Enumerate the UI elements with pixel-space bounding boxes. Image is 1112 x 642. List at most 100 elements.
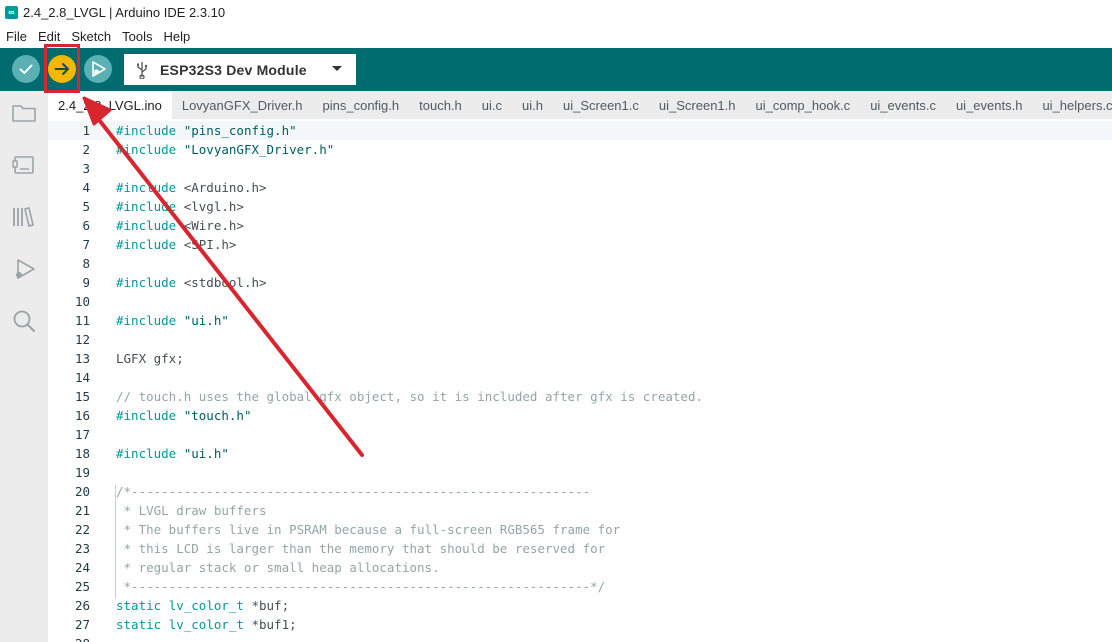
code-text: * The buffers live in PSRAM because a fu… — [116, 522, 621, 537]
tab-2[interactable]: pins_config.h — [313, 91, 410, 119]
code-line[interactable]: 23 * this LCD is larger than the memory … — [48, 539, 1112, 558]
code-line[interactable]: 3 — [48, 159, 1112, 178]
upload-highlight-box — [44, 44, 80, 93]
tab-11[interactable]: ui_helpers.c — [1032, 91, 1112, 119]
code-line[interactable]: 6 #include <Wire.h> — [48, 216, 1112, 235]
usb-icon — [137, 61, 148, 79]
tab-7[interactable]: ui_Screen1.h — [649, 91, 746, 119]
code-token: <SPI.h> — [183, 237, 237, 252]
code-line[interactable]: 5 #include <lvgl.h> — [48, 197, 1112, 216]
code-line[interactable]: 14 — [48, 368, 1112, 387]
code-line[interactable]: 26 static lv_color_t *buf; — [48, 596, 1112, 615]
code-token: static — [116, 617, 169, 632]
line-number: 6 — [82, 218, 90, 233]
code-line[interactable]: 9 #include <stdbool.h> — [48, 273, 1112, 292]
code-line[interactable]: 24 * regular stack or small heap allocat… — [48, 558, 1112, 577]
code-line[interactable]: 19 — [48, 463, 1112, 482]
code-token: "ui.h" — [183, 446, 229, 461]
code-line[interactable]: 21 * LVGL draw buffers — [48, 501, 1112, 520]
code-token: #include — [116, 313, 184, 328]
line-number: 26 — [74, 598, 90, 613]
debug-button[interactable] — [84, 55, 112, 83]
code-text: static lv_color_t *buf1; — [116, 617, 297, 632]
window-title: 2.4_2.8_LVGL | Arduino IDE 2.3.10 — [23, 5, 226, 20]
code-line[interactable]: 11 #include "ui.h" — [48, 311, 1112, 330]
tab-8[interactable]: ui_comp_hook.c — [746, 91, 861, 119]
menu-help[interactable]: Help — [163, 29, 190, 44]
code-text: * regular stack or small heap allocation… — [116, 560, 440, 575]
check-icon — [19, 64, 33, 74]
code-token: *buf1; — [251, 617, 297, 632]
code-token: "ui.h" — [183, 313, 229, 328]
code-token: #include — [116, 199, 184, 214]
code-line[interactable]: 20 /*------------------------------------… — [48, 482, 1112, 501]
library-icon[interactable] — [10, 203, 38, 231]
verify-button[interactable] — [12, 55, 40, 83]
tab-9[interactable]: ui_events.c — [860, 91, 946, 119]
code-text: LGFX gfx; — [116, 351, 184, 366]
folder-icon[interactable] — [10, 99, 38, 127]
code-token: * this LCD is larger than the memory tha… — [116, 541, 606, 556]
line-number: 19 — [74, 465, 90, 480]
line-number: 7 — [82, 237, 90, 252]
menu-bar: File Edit Sketch Tools Help — [0, 25, 1112, 48]
code-token: <stdbool.h> — [183, 275, 267, 290]
code-token: #include — [116, 237, 184, 252]
tab-4[interactable]: ui.c — [472, 91, 512, 119]
tab-5[interactable]: ui.h — [512, 91, 553, 119]
tab-0[interactable]: 2.4_2.8_LVGL.ino — [48, 91, 172, 119]
line-number: 24 — [74, 560, 90, 575]
debug-icon — [92, 61, 106, 77]
code-line[interactable]: 16 #include "touch.h" — [48, 406, 1112, 425]
code-line[interactable]: 1 #include "pins_config.h" — [48, 121, 1112, 140]
menu-file[interactable]: File — [6, 29, 27, 44]
code-text: /*--------------------------------------… — [116, 484, 590, 499]
code-line[interactable]: 4 #include <Arduino.h> — [48, 178, 1112, 197]
code-text: #include "touch.h" — [116, 408, 251, 423]
menu-sketch[interactable]: Sketch — [71, 29, 111, 44]
board-selector[interactable]: ESP32S3 Dev Module — [124, 54, 356, 85]
line-number: 14 — [74, 370, 90, 385]
code-token: #include — [116, 446, 184, 461]
code-token: // touch.h uses the global gfx object, s… — [116, 389, 703, 404]
tab-6[interactable]: ui_Screen1.c — [553, 91, 649, 119]
code-line[interactable]: 12 — [48, 330, 1112, 349]
code-line[interactable]: 27 static lv_color_t *buf1; — [48, 615, 1112, 634]
code-line[interactable]: 15 // touch.h uses the global gfx object,… — [48, 387, 1112, 406]
line-number: 16 — [74, 408, 90, 423]
code-text: *---------------------------------------… — [116, 579, 606, 594]
code-line[interactable]: 10 — [48, 292, 1112, 311]
code-text: #include <stdbool.h> — [116, 275, 267, 290]
code-line[interactable]: 8 — [48, 254, 1112, 273]
code-text: #include <SPI.h> — [116, 237, 236, 252]
tab-3[interactable]: touch.h — [409, 91, 472, 119]
code-line[interactable]: 28 — [48, 634, 1112, 642]
search-icon[interactable] — [10, 307, 38, 335]
menu-edit[interactable]: Edit — [38, 29, 60, 44]
line-number: 25 — [74, 579, 90, 594]
code-text: static lv_color_t *buf; — [116, 598, 289, 613]
code-token: /*--------------------------------------… — [116, 484, 591, 499]
board-manager-icon[interactable] — [10, 151, 38, 179]
code-line[interactable]: 22 * The buffers live in PSRAM because a… — [48, 520, 1112, 539]
code-editor[interactable]: 1 #include "pins_config.h" 2 #include "Lovy… — [48, 119, 1112, 642]
menu-tools[interactable]: Tools — [122, 29, 152, 44]
code-token: *---------------------------------------… — [116, 579, 606, 594]
code-line[interactable]: 2 #include "LovyanGFX_Driver.h" — [48, 140, 1112, 159]
code-text: #include <Wire.h> — [116, 218, 244, 233]
line-number: 27 — [74, 617, 90, 632]
code-text: * this LCD is larger than the memory tha… — [116, 541, 606, 556]
code-line[interactable]: 13 LGFX gfx; — [48, 349, 1112, 368]
code-text: #include "pins_config.h" — [116, 123, 297, 138]
code-line[interactable]: 17 — [48, 425, 1112, 444]
tab-10[interactable]: ui_events.h — [946, 91, 1033, 119]
code-token: * regular stack or small heap allocation… — [116, 560, 440, 575]
code-line[interactable]: 18 #include "ui.h" — [48, 444, 1112, 463]
tab-1[interactable]: LovyanGFX_Driver.h — [172, 91, 313, 119]
code-text: #include "ui.h" — [116, 446, 229, 461]
line-number: 9 — [82, 275, 90, 290]
debug-icon[interactable] — [10, 255, 38, 283]
code-line[interactable]: 25 *------------------------------------… — [48, 577, 1112, 596]
code-text: #include "LovyanGFX_Driver.h" — [116, 142, 334, 157]
code-line[interactable]: 7 #include <SPI.h> — [48, 235, 1112, 254]
